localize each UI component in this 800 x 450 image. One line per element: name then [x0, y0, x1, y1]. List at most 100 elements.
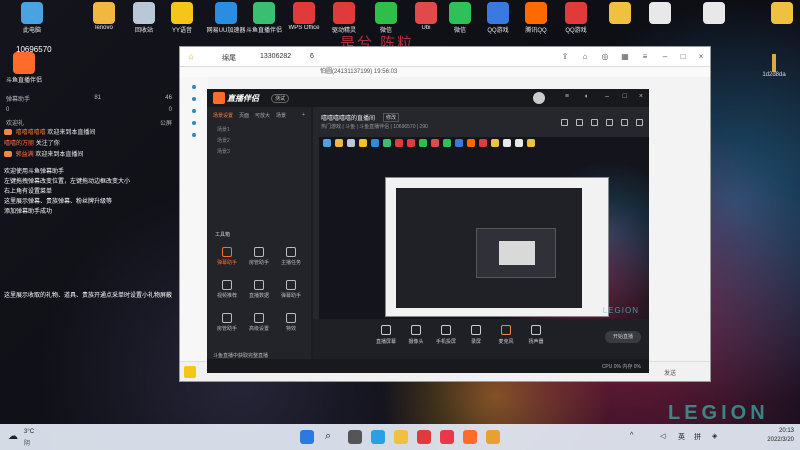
start-live-button[interactable]: 开始直播: [605, 331, 641, 343]
preview-app-icon: [479, 139, 487, 147]
desktop-icon[interactable]: 微信: [366, 2, 406, 34]
skin-icon[interactable]: ◐: [585, 93, 589, 100]
chat-tab[interactable]: 公屏: [160, 118, 172, 127]
desktop-icon[interactable]: 网易UU加速器: [206, 2, 246, 34]
add-icon[interactable]: +: [302, 112, 305, 119]
scene-item[interactable]: 场景3: [207, 146, 311, 157]
settings-icon[interactable]: [621, 119, 628, 126]
layer-icon[interactable]: [591, 119, 598, 126]
search-icon[interactable]: ⌕: [325, 430, 339, 444]
grid-icon[interactable]: [576, 119, 583, 126]
menu-icon[interactable]: ≡: [565, 93, 569, 100]
microphone-button[interactable]: 麦克风: [491, 325, 521, 345]
desktop-icon[interactable]: WPS Office: [284, 2, 324, 31]
tab-scene[interactable]: 场景: [276, 112, 286, 119]
chat-stat: 46: [165, 95, 172, 101]
emoji-icon[interactable]: [184, 366, 196, 378]
tab-zoom[interactable]: 可放大: [255, 112, 270, 119]
send-button[interactable]: 发送: [664, 368, 676, 377]
toolbox-item[interactable]: 房管助手: [243, 247, 275, 266]
app-icon: [215, 2, 237, 24]
maximize-icon[interactable]: □: [678, 52, 688, 62]
chat-tab[interactable]: 欢迎礼: [6, 118, 24, 127]
toolbox-item[interactable]: 弹幕助手: [275, 280, 307, 299]
desktop-icon-douyu[interactable]: 斗鱼直播伴侣: [2, 52, 46, 84]
speaker-icon: [531, 325, 541, 335]
gamepad-icon[interactable]: ◎: [600, 52, 610, 62]
scene-item[interactable]: 场景2: [207, 135, 311, 146]
chat-text: 关注了你: [35, 141, 60, 147]
desktop-icon[interactable]: 驱动精灵: [324, 2, 364, 34]
app-icon: [21, 2, 43, 24]
clock[interactable]: 20:13 2022/3/20: [754, 427, 794, 445]
desktop-icon[interactable]: [762, 2, 800, 25]
tab-page[interactable]: 页面: [239, 112, 249, 119]
status-right: CPU 0% 内存 0%: [601, 364, 641, 370]
stream-preview[interactable]: LEGION: [319, 137, 649, 333]
app-icon[interactable]: [486, 430, 500, 444]
menu-icon[interactable]: ≡: [640, 52, 650, 62]
desktop-icon[interactable]: lenovo: [84, 2, 124, 31]
record-button[interactable]: 录屏: [461, 325, 491, 345]
douyu-icon[interactable]: [463, 430, 477, 444]
speaker-icon[interactable]: ◁: [660, 432, 665, 440]
speaker-button[interactable]: 扬声器: [521, 325, 551, 345]
desktop-icon[interactable]: [640, 2, 680, 25]
home-nav-icon[interactable]: ⌂: [580, 52, 590, 62]
ime-indicator[interactable]: 拼: [694, 432, 701, 442]
close-icon[interactable]: ×: [639, 93, 643, 100]
network-icon[interactable]: ◈: [712, 432, 717, 440]
chevron-up-icon[interactable]: ^: [630, 432, 633, 439]
share-icon[interactable]: ⇪: [560, 52, 570, 62]
chat-username[interactable]: 嘻嘻的万丽: [4, 141, 34, 147]
chat-username[interactable]: 嘻嘻嘻嘻嘻: [16, 130, 46, 136]
edge-icon[interactable]: [371, 430, 385, 444]
toolbox-item[interactable]: 主播任务: [275, 247, 307, 266]
chat-username[interactable]: 郭益满: [16, 152, 34, 158]
toolbox-item[interactable]: 高级设置: [243, 313, 275, 332]
wps-icon[interactable]: [417, 430, 431, 444]
tab-scene-settings[interactable]: 场景设置: [213, 112, 233, 119]
copy-icon[interactable]: [606, 119, 613, 126]
screen-capture-button[interactable]: 直播屏幕: [371, 325, 401, 345]
folder-icon[interactable]: [394, 430, 408, 444]
scene-item[interactable]: 场景1: [207, 124, 311, 135]
app-statusbar: CPU 0% 内存 0%: [207, 359, 649, 373]
desktop-icon[interactable]: 回收站: [124, 2, 164, 34]
minimize-icon[interactable]: –: [605, 93, 609, 100]
desktop-icon[interactable]: 微信: [440, 2, 480, 34]
toolbox-item[interactable]: 弹幕助手: [211, 247, 243, 266]
language-indicator[interactable]: 英: [678, 432, 685, 442]
grid-icon[interactable]: ▦: [620, 52, 630, 62]
maximize-icon[interactable]: □: [623, 93, 627, 100]
desktop-icon-file[interactable]: 1d2d8da: [754, 54, 794, 78]
phone-cast-button[interactable]: 手机投屏: [431, 325, 461, 345]
toolbox-item[interactable]: 视频推荐: [211, 280, 243, 299]
desktop-icon[interactable]: YY语音: [162, 2, 202, 34]
file-icon: [772, 54, 776, 72]
toolbox-item[interactable]: 特效: [275, 313, 307, 332]
task-view-icon[interactable]: [348, 430, 362, 444]
desktop-icon[interactable]: QQ游戏: [478, 2, 518, 34]
desktop-icon[interactable]: QQ游戏: [556, 2, 596, 34]
home-icon[interactable]: ⌂: [186, 52, 196, 62]
desktop-icon[interactable]: 斗鱼直播伴侣: [244, 2, 284, 34]
desktop-icon-label: 微信: [453, 28, 466, 34]
lock-icon[interactable]: [561, 119, 568, 126]
desktop-icon[interactable]: 此电脑: [12, 2, 52, 34]
app-icon[interactable]: [440, 430, 454, 444]
desktop-icon[interactable]: [694, 2, 734, 25]
desktop-icon[interactable]: [600, 2, 640, 25]
start-button-icon[interactable]: [300, 430, 314, 444]
avatar[interactable]: [533, 92, 545, 104]
edit-title-button[interactable]: 修改: [383, 113, 400, 122]
minimize-icon[interactable]: –: [660, 52, 670, 62]
desktop-icon[interactable]: 腾讯QQ: [516, 2, 556, 34]
camera-button[interactable]: 摄像头: [401, 325, 431, 345]
delete-icon[interactable]: [636, 119, 643, 126]
close-icon[interactable]: ×: [696, 52, 706, 62]
monitor-icon: [381, 325, 391, 335]
toolbox-item[interactable]: 房管助手: [211, 313, 243, 332]
version-pill[interactable]: 测试: [271, 94, 290, 103]
toolbox-item[interactable]: 直播数据: [243, 280, 275, 299]
